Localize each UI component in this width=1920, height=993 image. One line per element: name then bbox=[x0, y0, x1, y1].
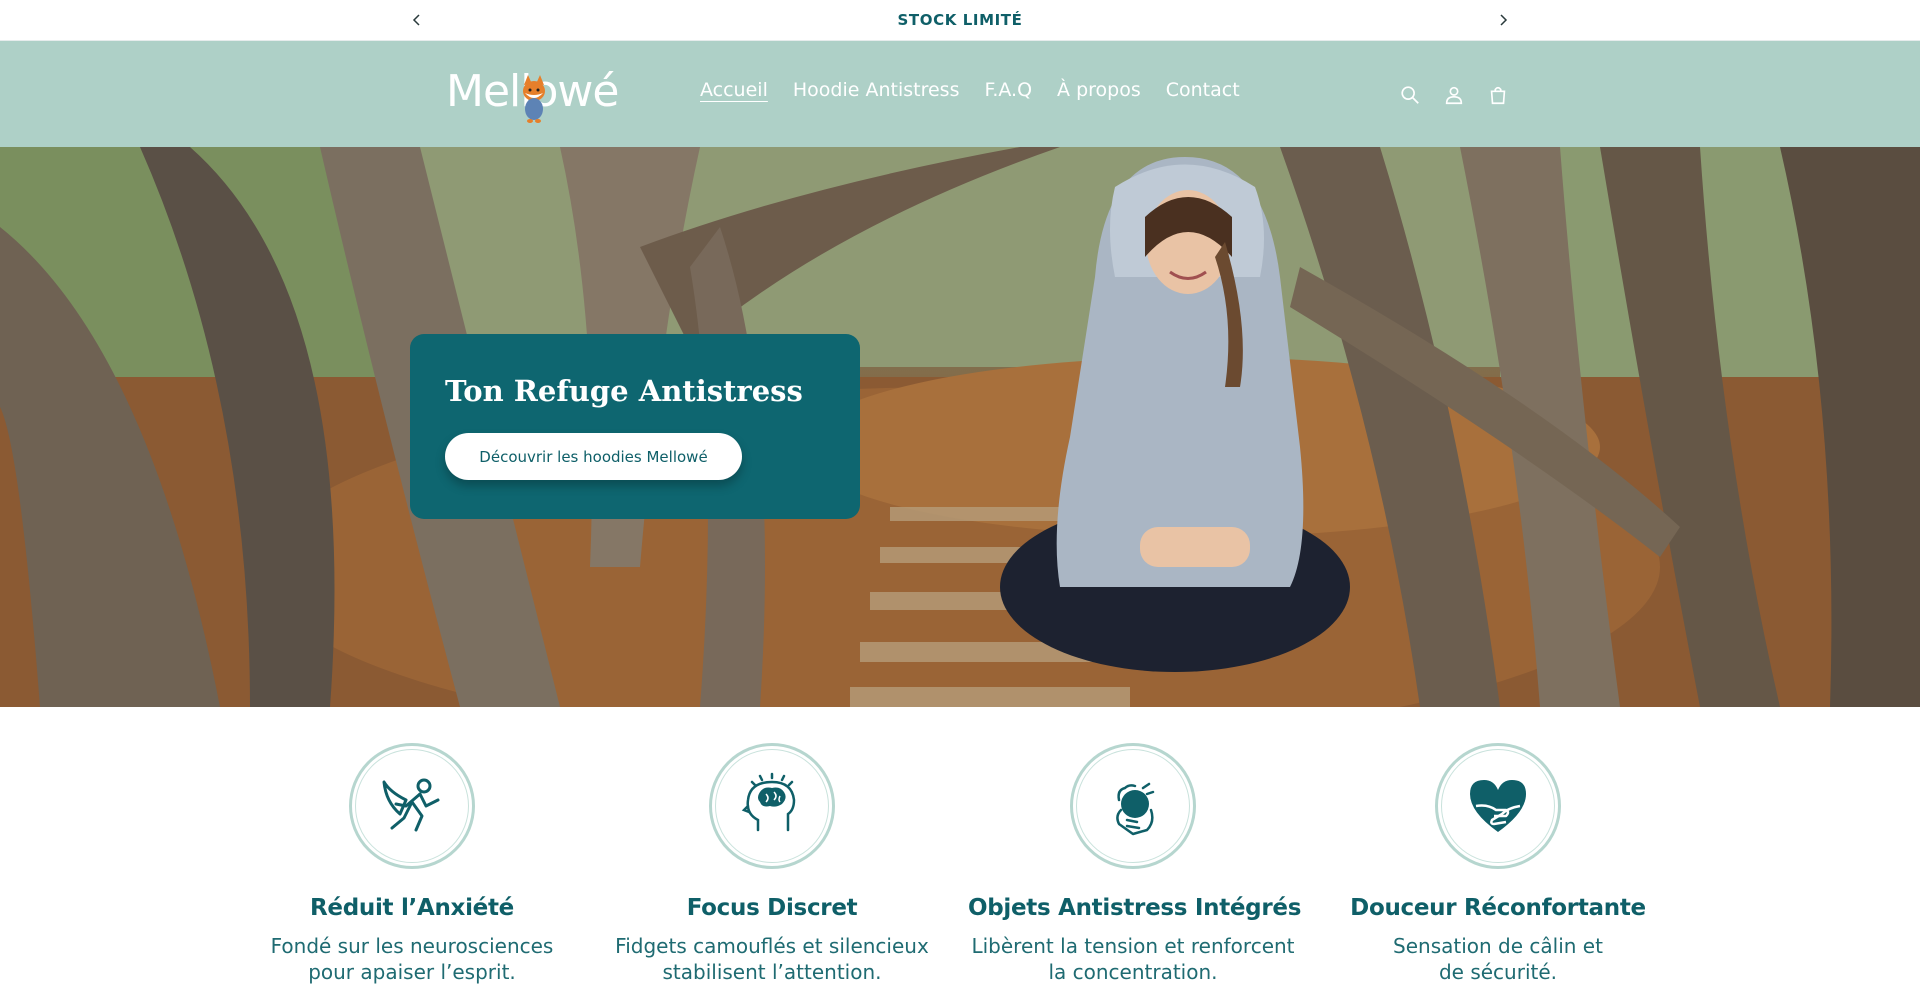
hero-card: Ton Refuge Antistress Découvrir les hood… bbox=[410, 334, 860, 519]
feature-badge bbox=[1435, 743, 1561, 869]
nav-item-hoodie-antistress[interactable]: Hoodie Antistress bbox=[793, 79, 960, 101]
feature-description: Libèrent la tension et renforcent la conc… bbox=[971, 934, 1295, 984]
nav-item-accueil[interactable]: Accueil bbox=[700, 79, 768, 101]
header-icons bbox=[1388, 81, 1520, 109]
brain-head-icon bbox=[741, 772, 796, 832]
feature-badge bbox=[709, 743, 835, 869]
cart-icon[interactable] bbox=[1476, 81, 1520, 109]
main-nav: Accueil Hoodie Antistress F.A.Q À propos… bbox=[700, 79, 1265, 101]
hero-title: Ton Refuge Antistress bbox=[445, 374, 803, 408]
feature-description: Fondé sur les neurosciences pour apaiser … bbox=[270, 934, 554, 984]
feature-title: Objets Antistress Intégrés bbox=[968, 895, 1302, 921]
nav-item-faq[interactable]: F.A.Q bbox=[984, 79, 1032, 101]
account-icon[interactable] bbox=[1432, 81, 1476, 109]
feature-item-comfort: Douceur Réconfortante Sensation de câlin… bbox=[1333, 743, 1663, 985]
announcement-message: STOCK LIMITÉ bbox=[897, 11, 1023, 29]
feature-description: Sensation de câlin et de sécurité. bbox=[1393, 934, 1603, 984]
chevron-right-icon[interactable] bbox=[1490, 7, 1516, 33]
hero-image bbox=[0, 147, 1920, 707]
features-section: Réduit l’Anxiété Fondé sur les neuroscie… bbox=[0, 707, 1920, 993]
superhero-icon bbox=[382, 778, 440, 832]
nav-item-contact[interactable]: Contact bbox=[1166, 79, 1240, 101]
search-icon[interactable] bbox=[1388, 81, 1432, 109]
feature-item-anxiety: Réduit l’Anxiété Fondé sur les neuroscie… bbox=[247, 743, 577, 985]
site-header: Mellowé Accueil Hoodie Antistress F.A.Q … bbox=[0, 41, 1920, 147]
nav-item-a-propos[interactable]: À propos bbox=[1057, 79, 1141, 101]
feature-title: Douceur Réconfortante bbox=[1350, 895, 1646, 921]
discover-hoodies-button[interactable]: Découvrir les hoodies Mellowé bbox=[445, 433, 742, 480]
hero-banner: Ton Refuge Antistress Découvrir les hood… bbox=[0, 147, 1920, 707]
announcement-bar: STOCK LIMITÉ bbox=[0, 0, 1920, 41]
feature-badge bbox=[1070, 743, 1196, 869]
squeeze-ball-icon bbox=[1116, 782, 1155, 836]
heart-hug-icon bbox=[1470, 780, 1526, 832]
feature-item-focus: Focus Discret Fidgets camouflés et silen… bbox=[607, 743, 937, 985]
logo[interactable]: Mellowé bbox=[446, 63, 630, 127]
feature-item-antistress-objects: Objets Antistress Intégrés Libèrent la t… bbox=[968, 743, 1302, 985]
feature-title: Réduit l’Anxiété bbox=[310, 895, 514, 921]
feature-title: Focus Discret bbox=[686, 895, 858, 921]
feature-badge bbox=[349, 743, 475, 869]
feature-description: Fidgets camouflés et silencieux stabilise… bbox=[615, 934, 929, 984]
